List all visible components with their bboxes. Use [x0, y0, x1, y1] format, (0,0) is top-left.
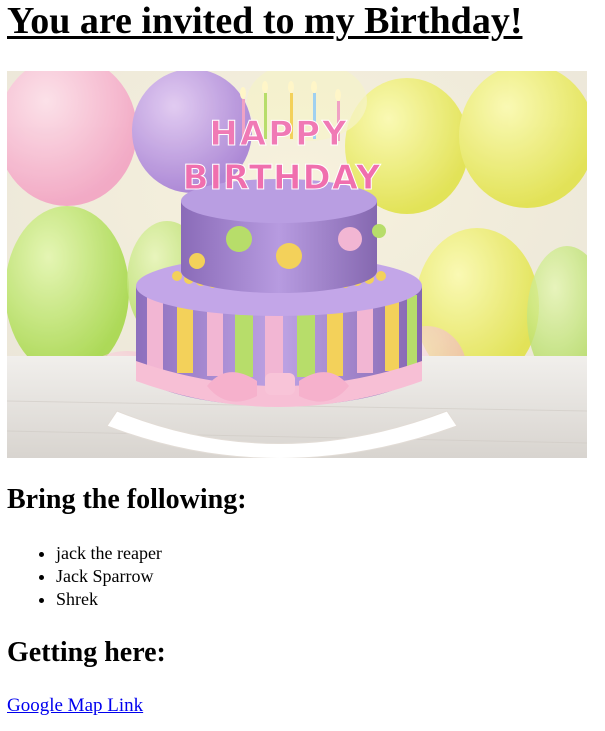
topper-birthday-text: BIRTHDAY [183, 158, 382, 198]
list-item: Jack Sparrow [56, 565, 162, 588]
google-map-link[interactable]: Google Map Link [7, 694, 143, 718]
bring-list: jack the reaper Jack Sparrow Shrek [7, 542, 162, 611]
topper-happy-text: HAPPY [209, 114, 348, 154]
page-title: You are invited to my Birthday! [7, 0, 523, 42]
list-item: Shrek [56, 588, 162, 611]
cake-illustration: HAPPY BIRTHDAY [7, 71, 587, 458]
bring-heading: Bring the following: [7, 484, 247, 515]
getting-here-heading: Getting here: [7, 637, 166, 668]
list-item: jack the reaper [56, 542, 162, 565]
birthday-cake-image: HAPPY BIRTHDAY [7, 71, 587, 458]
